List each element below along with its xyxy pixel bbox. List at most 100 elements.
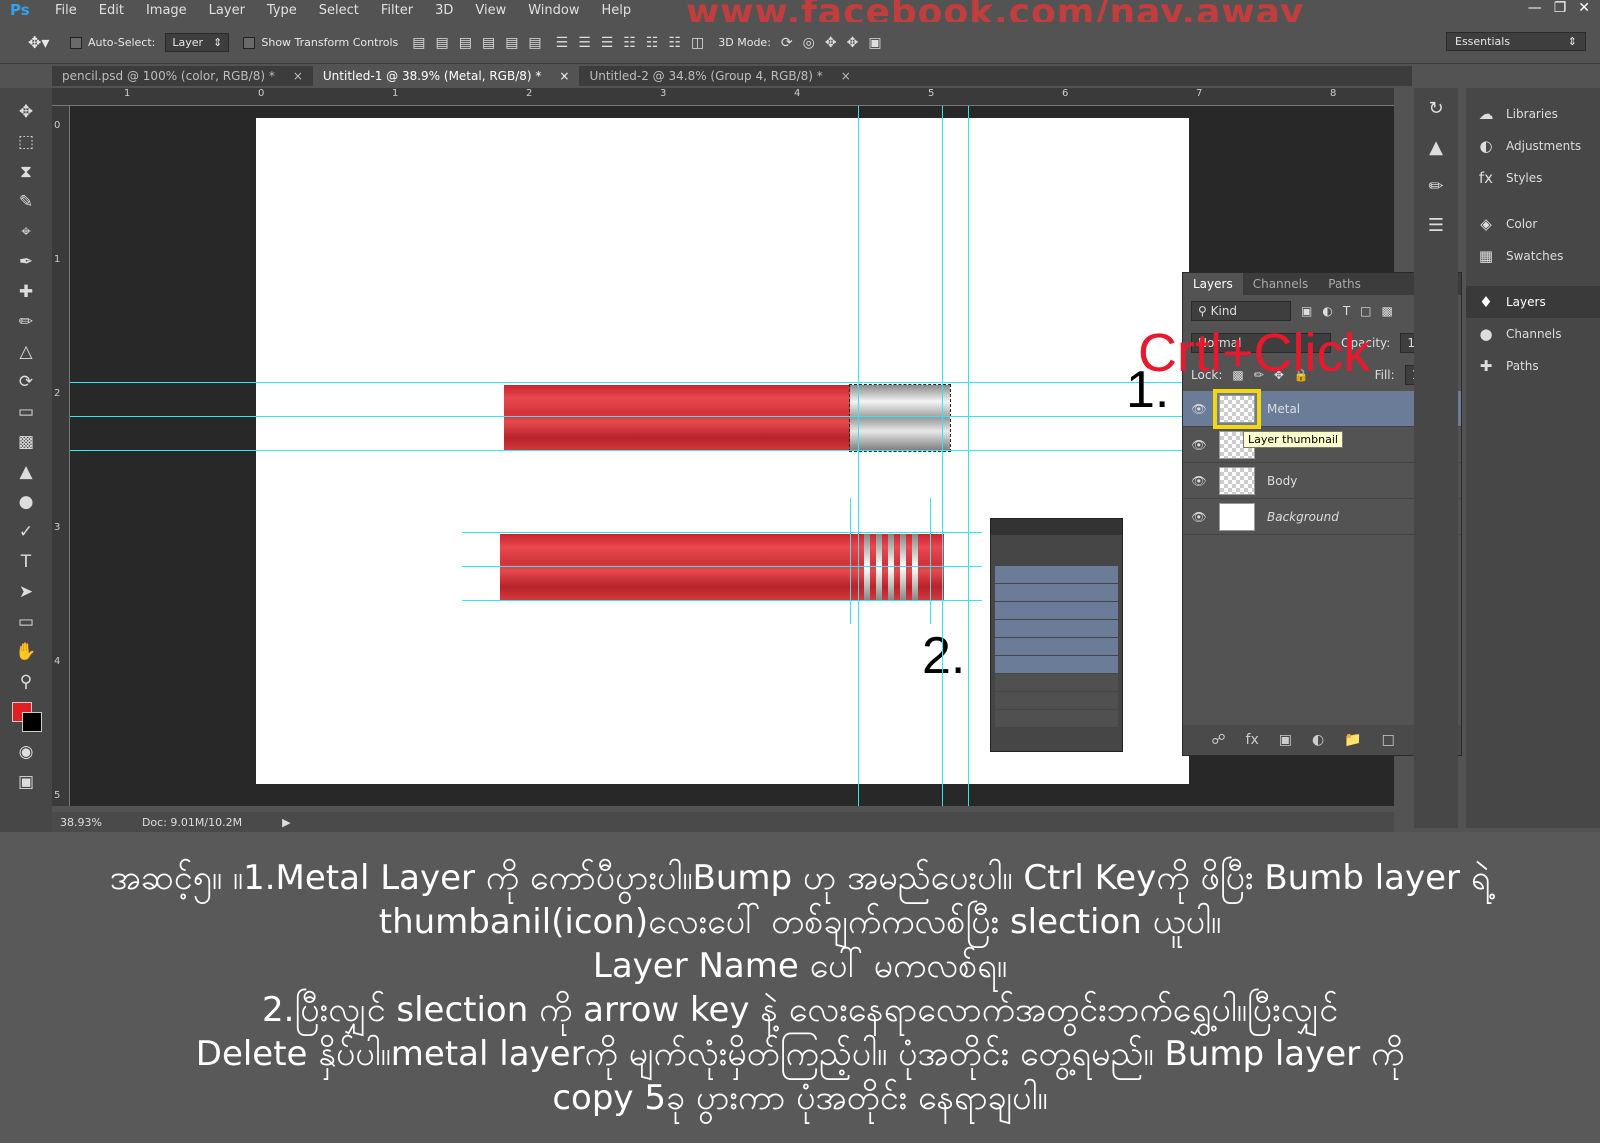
distribute-hcenter-icon[interactable]: ☷ xyxy=(646,35,659,51)
3d-icon[interactable]: ▲ xyxy=(1429,137,1443,158)
menu-file[interactable]: File xyxy=(44,3,88,18)
align-vcenter-icon[interactable]: ▤ xyxy=(435,35,448,51)
horizontal-ruler[interactable]: 1 0 1 2 3 4 5 6 7 8 xyxy=(52,88,1394,106)
link-layers-icon[interactable]: ☍ xyxy=(1211,732,1225,748)
quick-select-tool-icon[interactable]: ✎ xyxy=(12,190,40,214)
menu-3d[interactable]: 3D xyxy=(424,3,464,18)
menu-image[interactable]: Image xyxy=(135,3,198,18)
guide-horizontal[interactable] xyxy=(462,600,982,601)
filter-shape-icon[interactable]: □ xyxy=(1360,304,1371,318)
background-color-swatch[interactable] xyxy=(22,712,42,732)
document-canvas[interactable]: 2. xyxy=(256,118,1189,784)
distribute-right-icon[interactable]: ☷ xyxy=(668,35,681,51)
distribute-bottom-icon[interactable]: ☰ xyxy=(601,35,614,51)
minimize-icon[interactable]: — xyxy=(1528,0,1542,16)
hand-tool-icon[interactable]: ✋ xyxy=(12,640,40,664)
guide-horizontal[interactable] xyxy=(462,566,982,567)
status-menu-arrow-icon[interactable]: ▶ xyxy=(282,816,290,829)
add-mask-icon[interactable]: ▣ xyxy=(1279,732,1292,748)
clone-stamp-tool-icon[interactable]: △ xyxy=(12,340,40,364)
menu-window[interactable]: Window xyxy=(517,3,590,18)
tab-paths[interactable]: Paths xyxy=(1318,273,1371,295)
layer-name[interactable]: Metal xyxy=(1267,402,1300,416)
menu-view[interactable]: View xyxy=(464,3,517,18)
move-tool-preset-icon[interactable]: ✥▾ xyxy=(0,33,70,52)
eye-icon[interactable]: 👁 xyxy=(1191,474,1207,488)
healing-brush-tool-icon[interactable]: ✚ xyxy=(12,280,40,304)
tab-pencil-psd[interactable]: pencil.psd @ 100% (color, RGB/8) * × xyxy=(52,66,313,86)
menu-type[interactable]: Type xyxy=(256,3,308,18)
3d-roll-icon[interactable]: ◎ xyxy=(803,35,815,51)
3d-scale-icon[interactable]: ▣ xyxy=(868,35,881,51)
brush-presets-icon[interactable]: ✏ xyxy=(1428,176,1443,197)
guide-vertical[interactable] xyxy=(858,106,859,806)
eye-icon[interactable]: 👁 xyxy=(1191,402,1207,416)
layer-thumbnail[interactable] xyxy=(1219,466,1255,495)
dock-item-adjustments[interactable]: ◐ Adjustments xyxy=(1466,130,1600,162)
dock-item-color[interactable]: ◈ Color xyxy=(1466,208,1600,240)
close-tab-icon[interactable]: × xyxy=(559,69,569,83)
guide-vertical[interactable] xyxy=(942,106,943,806)
dock-item-paths[interactable]: ✚ Paths xyxy=(1466,350,1600,382)
menu-filter[interactable]: Filter xyxy=(370,3,424,18)
pen-tool-icon[interactable]: ✓ xyxy=(12,520,40,544)
dock-item-layers[interactable]: ♦ Layers xyxy=(1466,286,1600,318)
tab-untitled-1[interactable]: Untitled-1 @ 38.9% (Metal, RGB/8) * × xyxy=(312,66,580,86)
new-layer-icon[interactable]: □ xyxy=(1382,732,1395,748)
layer-name[interactable]: Body xyxy=(1267,474,1297,488)
workspace-switcher[interactable]: Essentials ⇕ xyxy=(1446,32,1586,51)
crop-tool-icon[interactable]: ⌖ xyxy=(12,220,40,244)
blur-tool-icon[interactable]: ▲ xyxy=(12,460,40,484)
filter-pixel-icon[interactable]: ▣ xyxy=(1301,304,1312,318)
filter-adjustment-icon[interactable]: ◐ xyxy=(1322,304,1332,318)
auto-select-checkbox[interactable] xyxy=(70,36,82,49)
menu-edit[interactable]: Edit xyxy=(88,3,135,18)
properties-icon[interactable]: ☰ xyxy=(1428,215,1444,236)
guide-vertical[interactable] xyxy=(930,498,931,624)
layer-thumbnail[interactable] xyxy=(1213,388,1261,429)
zoom-tool-icon[interactable]: ⚲ xyxy=(12,670,40,694)
menu-layer[interactable]: Layer xyxy=(198,3,256,18)
3d-rotate-icon[interactable]: ⟳ xyxy=(781,35,793,51)
vertical-ruler[interactable]: 0 1 2 3 4 5 xyxy=(52,106,70,806)
auto-align-icon[interactable]: ◫ xyxy=(691,35,704,51)
eyedropper-tool-icon[interactable]: ✒ xyxy=(12,250,40,274)
eraser-tool-icon[interactable]: ▭ xyxy=(12,400,40,424)
distribute-top-icon[interactable]: ☰ xyxy=(556,35,569,51)
guide-horizontal[interactable] xyxy=(462,532,982,533)
zoom-level[interactable]: 38.93% xyxy=(60,816,102,829)
rectangle-tool-icon[interactable]: ▭ xyxy=(12,610,40,634)
menu-help[interactable]: Help xyxy=(591,3,643,18)
eye-icon[interactable]: 👁 xyxy=(1191,510,1207,524)
color-swatches[interactable] xyxy=(10,700,42,734)
dock-item-libraries[interactable]: ☁ Libraries xyxy=(1466,98,1600,130)
dock-item-swatches[interactable]: ▦ Swatches xyxy=(1466,240,1600,272)
tab-channels[interactable]: Channels xyxy=(1243,273,1319,295)
screen-mode-icon[interactable]: ▣ xyxy=(12,770,40,794)
fx-icon[interactable]: fx xyxy=(1246,732,1259,748)
tab-layers[interactable]: Layers xyxy=(1183,273,1243,295)
dodge-tool-icon[interactable]: ● xyxy=(12,490,40,514)
distribute-left-icon[interactable]: ☷ xyxy=(623,35,636,51)
quick-mask-icon[interactable]: ◉ xyxy=(12,740,40,764)
3d-pan-icon[interactable]: ✥ xyxy=(825,35,837,51)
show-transform-checkbox[interactable] xyxy=(243,36,256,49)
layer-name[interactable]: Background xyxy=(1267,510,1339,524)
lasso-tool-icon[interactable]: ⧗ xyxy=(12,160,40,184)
3d-slide-icon[interactable]: ✥ xyxy=(847,35,859,51)
align-hcenter-icon[interactable]: ▤ xyxy=(505,35,518,51)
adjustment-layer-icon[interactable]: ◐ xyxy=(1312,732,1324,748)
auto-select-dropdown[interactable]: Layer ⇕ xyxy=(165,33,230,52)
restore-icon[interactable]: ❐ xyxy=(1554,0,1567,16)
new-group-icon[interactable]: 📁 xyxy=(1344,732,1361,748)
gradient-tool-icon[interactable]: ▩ xyxy=(12,430,40,454)
kind-filter-dropdown[interactable]: ⚲ Kind xyxy=(1191,301,1291,321)
history-icon[interactable]: ↻ xyxy=(1428,98,1443,119)
align-left-icon[interactable]: ▤ xyxy=(482,35,495,51)
layer-thumbnail[interactable] xyxy=(1219,502,1255,531)
brush-tool-icon[interactable]: ✏ xyxy=(12,310,40,334)
dock-item-styles[interactable]: fx Styles xyxy=(1466,162,1600,194)
move-tool-icon[interactable]: ✥ xyxy=(12,100,40,124)
menu-select[interactable]: Select xyxy=(308,3,370,18)
filter-smart-object-icon[interactable]: ▩ xyxy=(1382,304,1393,318)
